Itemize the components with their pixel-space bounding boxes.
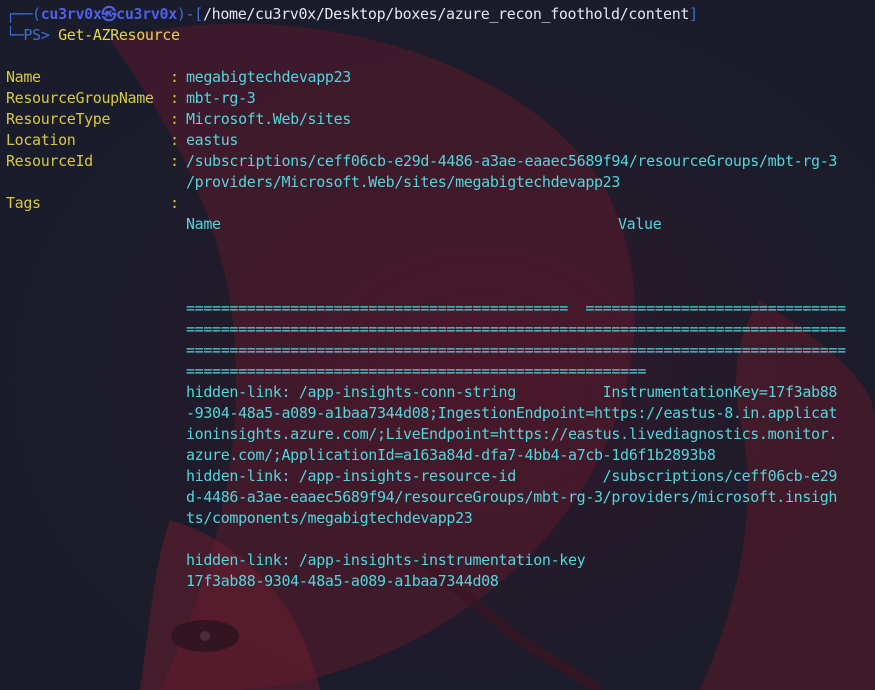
tags-row: 17f3ab88-9304-48a5-a089-a1baa7344d08	[186, 572, 499, 590]
tags-header-value: Value	[618, 215, 662, 233]
property-separator: :	[170, 131, 179, 149]
property-separator: :	[170, 194, 179, 212]
tags-row: d-4486-a3ae-eaaec5689f94/resourceGroups/…	[186, 488, 838, 506]
tags-row: ts/components/megabigtechdevapp23	[186, 509, 473, 527]
property-value: megabigtechdevapp23	[186, 68, 351, 86]
property-value: /subscriptions/ceff06cb-e29d-4486-a3ae-e…	[186, 152, 838, 170]
property-value: Microsoft.Web/sites	[186, 110, 351, 128]
property-separator: :	[170, 110, 179, 128]
property-key: ResourceId	[6, 152, 93, 170]
tags-rule: ========================================…	[186, 320, 846, 338]
property-resourcegroup-row: ResourceGroupName: mbt-rg-3	[6, 88, 256, 109]
command-line: └─PS> Get-AZResource	[6, 25, 180, 46]
tags-row: hidden-link: /app-insights-instrumentati…	[186, 551, 586, 569]
ps-prompt-label: PS>	[23, 26, 59, 44]
prompt-frame-bottom: └─	[6, 26, 24, 44]
property-resourceid-row: ResourceId: /subscriptions/ceff06cb-e29d-…	[6, 151, 837, 172]
property-name-row: Name: megabigtechdevapp23	[6, 67, 351, 88]
tags-row: ioninsights.azure.com/;LiveEndpoint=http…	[186, 425, 838, 443]
property-key: Location	[6, 131, 76, 149]
property-separator: :	[170, 68, 179, 86]
prompt-line: ┌──(cu3rv0x㉿cu3rv0x)-[/home/cu3rv0x/Desk…	[6, 4, 698, 25]
property-tags-row: Tags:	[6, 193, 186, 214]
prompt-frame-close: ]	[689, 5, 698, 23]
prompt-at-symbol: ㉿	[101, 5, 117, 23]
prompt-frame-top: ┌──(	[6, 5, 41, 23]
prompt-path: /home/cu3rv0x/Desktop/boxes/azure_recon_…	[202, 5, 690, 23]
property-resourceid-continuation: /providers/Microsoft.Web/sites/megabigte…	[186, 173, 621, 191]
property-key: ResourceType	[6, 110, 111, 128]
property-value: eastus	[186, 131, 239, 149]
property-separator: :	[170, 89, 179, 107]
tags-row: hidden-link: /app-insights-resource-id /…	[186, 467, 838, 485]
tags-rule: ========================================…	[186, 362, 647, 380]
property-location-row: Location: eastus	[6, 130, 238, 151]
property-separator: :	[170, 152, 179, 170]
command-text[interactable]: Get-AZResource	[58, 26, 180, 44]
tags-row: azure.com/;ApplicationId=a163a84d-dfa7-4…	[186, 446, 716, 464]
tags-row: -9304-48a5-a089-a1baa7344d08;IngestionEn…	[186, 404, 838, 422]
property-key: Tags	[6, 194, 41, 212]
property-resourcetype-row: ResourceType: Microsoft.Web/sites	[6, 109, 351, 130]
tags-rule: ========================================…	[186, 299, 846, 317]
property-key: Name	[6, 68, 41, 86]
property-key: ResourceGroupName	[6, 89, 154, 107]
prompt-frame-mid: )-[	[176, 5, 203, 23]
tags-header-name: Name	[186, 215, 221, 233]
prompt-user: cu3rv0x	[40, 5, 102, 23]
property-value: mbt-rg-3	[186, 89, 256, 107]
tags-rule: ========================================…	[186, 341, 846, 359]
prompt-host: cu3rv0x	[116, 5, 177, 23]
tags-row: hidden-link: /app-insights-conn-string I…	[186, 383, 838, 401]
